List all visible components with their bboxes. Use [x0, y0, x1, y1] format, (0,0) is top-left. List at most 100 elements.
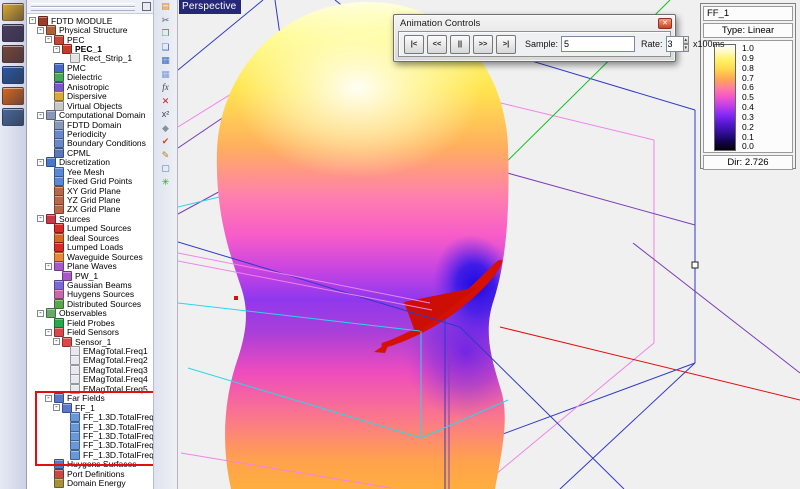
tree-item-pmc[interactable]: PMC [27, 63, 153, 72]
tree-item-ff-1-3d-totalfreq-5[interactable]: FF_1.3D.TotalFreq.5 [27, 450, 153, 459]
tree-item-field-sensors[interactable]: -Field Sensors [27, 327, 153, 336]
tree-item-observables[interactable]: -Observables [27, 309, 153, 318]
tree-item-rect-strip-1[interactable]: Rect_Strip_1 [27, 54, 153, 63]
go-end-button[interactable]: >| [496, 35, 516, 54]
rate-input[interactable] [666, 36, 683, 52]
expander-icon[interactable]: - [45, 36, 52, 43]
tree-item-physical-structure[interactable]: -Physical Structure [27, 25, 153, 34]
tree-item-ff-1-3d-totalfreq-2[interactable]: FF_1.3D.TotalFreq.2 [27, 422, 153, 431]
module-results-icon[interactable] [2, 108, 24, 126]
tree-item-boundary-conditions[interactable]: Boundary Conditions [27, 139, 153, 148]
tree-item-huygens-sources[interactable]: Huygens Sources [27, 290, 153, 299]
tree-item-waveguide-sources[interactable]: Waveguide Sources [27, 252, 153, 261]
expander-icon[interactable]: - [45, 263, 52, 270]
tree-item-emagtotal-freq3[interactable]: EMagTotal.Freq3 [27, 365, 153, 374]
expander-icon[interactable]: - [53, 338, 60, 345]
tree-item-far-fields[interactable]: -Far Fields [27, 394, 153, 403]
tree-item-gaussian-beams[interactable]: Gaussian Beams [27, 280, 153, 289]
expander-icon[interactable]: - [53, 46, 60, 53]
selection-handle[interactable] [692, 262, 698, 268]
tree-item-label: Domain Energy [67, 478, 126, 488]
tree-item-emagtotal-freq4[interactable]: EMagTotal.Freq4 [27, 375, 153, 384]
expander-icon[interactable]: - [37, 215, 44, 222]
run-icon[interactable]: ✳ [156, 176, 175, 190]
tree-item-emagtotal-freq5[interactable]: EMagTotal.Freq5 [27, 384, 153, 393]
tree-item-ff-1-3d-totalfreq-4[interactable]: FF_1.3D.TotalFreq.4 [27, 441, 153, 450]
module-material-icon[interactable] [2, 45, 24, 63]
copy-icon[interactable]: ❐ [156, 27, 175, 41]
tree-item-yz-grid-plane[interactable]: YZ Grid Plane [27, 195, 153, 204]
module-pattern-icon[interactable] [2, 24, 24, 42]
tree-item-fdtd-domain[interactable]: FDTD Domain [27, 120, 153, 129]
spinner-up-icon[interactable]: ▲ [683, 36, 689, 44]
tree-item-fdtd-module[interactable]: -FDTD MODULE [27, 16, 153, 25]
tree-item-dielectric[interactable]: Dielectric [27, 73, 153, 82]
paste-icon[interactable]: ❏ [156, 41, 175, 55]
save-icon[interactable]: ▢ [156, 162, 175, 176]
tree-item-pec[interactable]: -PEC [27, 35, 153, 44]
animation-controls-dialog[interactable]: Animation Controls ✕ |<<<||>>>| Sample: … [393, 14, 676, 62]
step-back-button[interactable]: << [427, 35, 447, 54]
tree-item-dispersive[interactable]: Dispersive [27, 92, 153, 101]
step-forward-button[interactable]: >> [473, 35, 493, 54]
tree-item-emagtotal-freq1[interactable]: EMagTotal.Freq1 [27, 346, 153, 355]
tree-item-yee-mesh[interactable]: Yee Mesh [27, 167, 153, 176]
module-mesh-icon[interactable] [2, 87, 24, 105]
validate-icon[interactable]: ✔ [156, 135, 175, 149]
tree-item-computational-domain[interactable]: -Computational Domain [27, 110, 153, 119]
expander-icon[interactable]: - [45, 395, 52, 402]
pause-button[interactable]: || [450, 35, 470, 54]
panel-dock-button[interactable] [142, 2, 151, 11]
expander-icon[interactable]: - [37, 112, 44, 119]
sample-input[interactable] [561, 36, 635, 52]
tree-item-lumped-loads[interactable]: Lumped Loads [27, 243, 153, 252]
tree-item-huygens-surfaces[interactable]: Huygens Surfaces [27, 460, 153, 469]
edit-icon[interactable]: ✎ [156, 149, 175, 163]
tree-item-emagtotal-freq2[interactable]: EMagTotal.Freq2 [27, 356, 153, 365]
tree-item-ideal-sources[interactable]: Ideal Sources [27, 233, 153, 242]
module-wave-icon[interactable] [2, 66, 24, 84]
expander-icon[interactable]: - [45, 329, 52, 336]
mesh-grid-icon[interactable]: ▦ [156, 54, 175, 68]
rate-spinner[interactable]: ▲ ▼ [683, 36, 689, 52]
tree-item-domain-energy[interactable]: Domain Energy [27, 478, 153, 487]
tree-item-ff-1[interactable]: -FF_1 [27, 403, 153, 412]
tree-item-zx-grid-plane[interactable]: ZX Grid Plane [27, 205, 153, 214]
cut-icon[interactable]: ✂ [156, 14, 175, 28]
module-project-icon[interactable] [2, 3, 24, 21]
tree-item-sources[interactable]: -Sources [27, 214, 153, 223]
expander-icon[interactable]: - [29, 17, 36, 24]
tree-panel-header[interactable] [27, 0, 153, 14]
formula-icon[interactable]: x² [156, 108, 175, 122]
grid-points-icon[interactable]: ▦ [156, 68, 175, 82]
close-icon[interactable]: ✕ [658, 18, 672, 29]
tree-item-plane-waves[interactable]: -Plane Waves [27, 261, 153, 270]
delete-icon[interactable]: ✕ [156, 95, 175, 109]
expander-icon[interactable]: - [37, 27, 44, 34]
tree-item-discretization[interactable]: -Discretization [27, 158, 153, 167]
tree-item-ff-1-3d-totalfreq-3[interactable]: FF_1.3D.TotalFreq.3 [27, 431, 153, 440]
tree-item-ff-1-3d-totalfreq-1[interactable]: FF_1.3D.TotalFreq.1 [27, 412, 153, 421]
go-start-button[interactable]: |< [404, 35, 424, 54]
tree-item-pec-1[interactable]: -PEC_1 [27, 44, 153, 53]
tree-item-pw-1[interactable]: PW_1 [27, 271, 153, 280]
tree-item-periodicity[interactable]: Periodicity [27, 129, 153, 138]
tree-item-cpml[interactable]: CPML [27, 148, 153, 157]
tree-item-anisotropic[interactable]: Anisotropic [27, 82, 153, 91]
expander-icon[interactable]: - [37, 310, 44, 317]
tree-item-fixed-grid-points[interactable]: Fixed Grid Points [27, 176, 153, 185]
layout-icon[interactable]: ▤ [156, 0, 175, 14]
tree-item-xy-grid-plane[interactable]: XY Grid Plane [27, 186, 153, 195]
tree-item-port-definitions[interactable]: Port Definitions [27, 469, 153, 478]
tree-item-sensor-1[interactable]: -Sensor_1 [27, 337, 153, 346]
function-icon[interactable]: fx [156, 81, 175, 95]
tree-item-virtual-objects[interactable]: Virtual Objects [27, 101, 153, 110]
mouse-icon[interactable]: ◆ [156, 122, 175, 136]
tree-item-field-probes[interactable]: Field Probes [27, 318, 153, 327]
spinner-down-icon[interactable]: ▼ [683, 44, 689, 52]
expander-icon[interactable]: - [37, 159, 44, 166]
expander-icon[interactable]: - [53, 404, 60, 411]
dialog-titlebar[interactable]: Animation Controls ✕ [394, 15, 675, 30]
tree-item-lumped-sources[interactable]: Lumped Sources [27, 224, 153, 233]
tree-item-distributed-sources[interactable]: Distributed Sources [27, 299, 153, 308]
